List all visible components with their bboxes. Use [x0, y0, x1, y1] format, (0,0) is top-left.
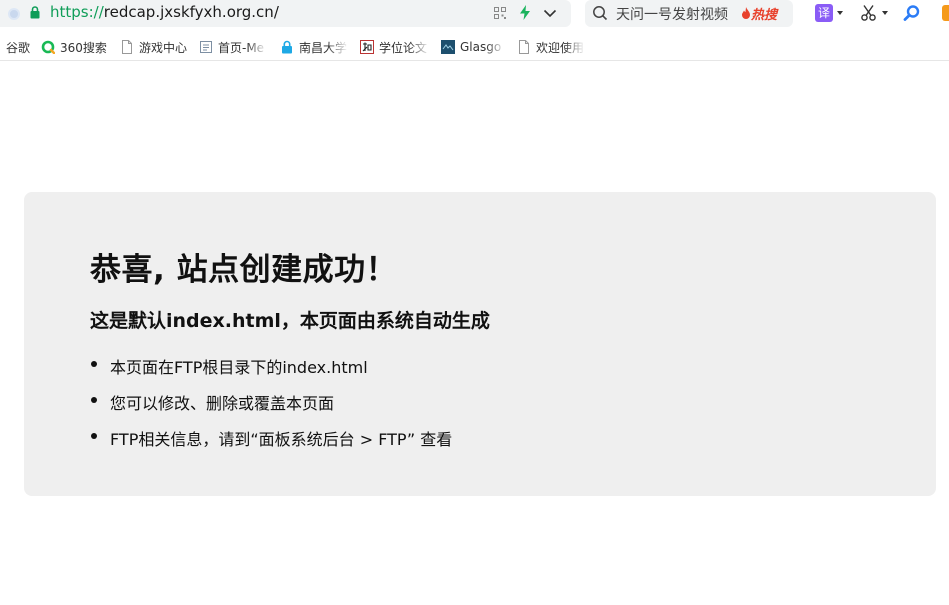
bookmark-item[interactable]: 欢迎使用: [517, 39, 585, 55]
extension-icon[interactable]: [942, 5, 949, 21]
url-text[interactable]: https://redcap.jxskfyxh.org.cn/: [50, 3, 279, 21]
page-icon: [519, 40, 529, 54]
list-item: 本页面在FTP根目录下的index.html: [90, 354, 452, 390]
bookmark-item[interactable]: 360搜索: [41, 39, 107, 55]
page-title: 恭喜, 站点创建成功！: [90, 252, 398, 288]
bookmark-item[interactable]: Glasgo: [441, 39, 505, 55]
translate-icon[interactable]: 译: [815, 4, 833, 22]
magnifier-icon[interactable]: [903, 4, 921, 22]
bookmark-item[interactable]: 游戏中心: [120, 39, 187, 55]
360-search-icon: [41, 40, 55, 54]
document-icon: [200, 41, 212, 53]
info-list: 本页面在FTP根目录下的index.html 您可以修改、删除或覆盖本页面 FT…: [90, 354, 452, 462]
qr-code-icon[interactable]: [494, 7, 506, 19]
scissors-icon[interactable]: [860, 4, 878, 22]
hot-search-badge[interactable]: 热搜: [741, 4, 777, 23]
url-scheme: https://: [50, 3, 104, 21]
bookmark-label: 游戏中心: [139, 40, 188, 55]
browser-toolbar: https://redcap.jxskfyxh.org.cn/ 天问一号发射视频…: [0, 0, 949, 29]
lock-icon: [282, 40, 292, 54]
search-suggestion[interactable]: 天问一号发射视频: [616, 4, 728, 24]
glasgow-icon: [441, 40, 455, 54]
bookmark-item[interactable]: 南昌大学: [280, 39, 348, 55]
fire-icon: [742, 7, 750, 19]
hot-search-label: 热搜: [751, 8, 778, 23]
list-item: 您可以修改、删除或覆盖本页面: [90, 390, 452, 426]
content-card: 恭喜, 站点创建成功！ 这是默认index.html，本页面由系统自动生成 本页…: [24, 192, 936, 496]
bookmark-label: Glasgo: [460, 40, 502, 54]
list-item: FTP相关信息，请到“面板系统后台 > FTP” 查看: [90, 426, 452, 462]
bookmark-label: 360搜索: [60, 40, 107, 55]
bookmark-label: 谷歌: [6, 40, 31, 55]
zhiwang-icon: [360, 40, 374, 54]
bookmark-item[interactable]: 谷歌: [6, 39, 30, 55]
url-host: redcap.jxskfyxh.org.cn/: [103, 3, 279, 21]
search-icon: [593, 6, 608, 21]
translate-dropdown-icon[interactable]: [837, 11, 843, 15]
lightning-icon[interactable]: [519, 5, 531, 20]
address-bar[interactable]: https://redcap.jxskfyxh.org.cn/: [0, 0, 571, 27]
bookmarks-bar: 谷歌 360搜索 游戏中心 首页-Me 南昌大学 学位论文 Glasgo 欢迎使…: [0, 33, 949, 61]
search-box[interactable]: 天问一号发射视频 热搜: [585, 0, 793, 27]
bookmark-label: 欢迎使用: [536, 40, 585, 55]
bookmark-label: 首页-Me: [218, 40, 265, 55]
bookmark-label: 南昌大学: [299, 40, 348, 55]
page-subtitle: 这是默认index.html，本页面由系统自动生成: [90, 310, 490, 332]
site-info-icon[interactable]: [8, 8, 20, 20]
page-icon: [122, 40, 132, 54]
bookmark-item[interactable]: 学位论文: [360, 39, 430, 55]
lock-icon: [30, 6, 40, 19]
screenshot-dropdown-icon[interactable]: [882, 11, 888, 15]
chevron-down-icon[interactable]: [543, 7, 557, 19]
bookmark-label: 学位论文: [379, 40, 428, 55]
bookmark-item[interactable]: 首页-Me: [199, 39, 267, 55]
